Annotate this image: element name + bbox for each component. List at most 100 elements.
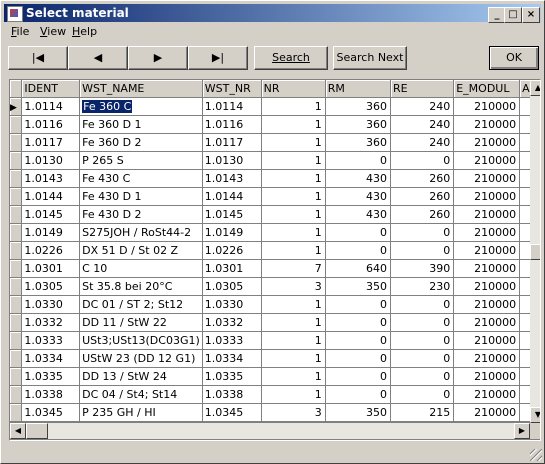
cell-wst-nr[interactable]: 1.0149	[202, 223, 262, 242]
cell-rm[interactable]: 0	[325, 367, 391, 386]
cell-rm[interactable]: 0	[325, 295, 391, 314]
cell-wst-nr[interactable]: 1.0333	[202, 331, 262, 350]
table-row[interactable]: 1.0338 DC 04 / St4; St14 1.0338 1 0 0 210000	[10, 385, 540, 404]
cell-ident[interactable]: 1.0335	[21, 367, 81, 386]
cell-ident[interactable]: 1.0144	[21, 187, 81, 206]
cell-nr[interactable]: 1	[261, 187, 326, 206]
cell-wst-name[interactable]: DD 13 / StW 24	[79, 367, 203, 386]
cell-wst-nr[interactable]: 1.0117	[202, 133, 262, 152]
cell-nr[interactable]: 1	[261, 169, 326, 188]
cell-rm[interactable]: 430	[325, 187, 391, 206]
cell-re[interactable]: 260	[390, 187, 455, 206]
cell-ident[interactable]: 1.0143	[21, 169, 81, 188]
cell-wst-nr[interactable]: 1.0301	[202, 259, 262, 278]
cell-nr[interactable]: 1	[261, 313, 326, 332]
cell-e-modul[interactable]: 210000	[453, 187, 521, 206]
cell-ident[interactable]: 1.0130	[21, 151, 81, 170]
horizontal-scroll-thumb[interactable]	[26, 423, 48, 439]
row-indicator[interactable]	[10, 385, 23, 404]
cell-nr[interactable]: 3	[261, 403, 326, 422]
cell-wst-name[interactable]: DD 11 / StW 22	[79, 313, 203, 332]
cell-ident[interactable]: 1.0330	[21, 295, 81, 314]
cell-re[interactable]: 0	[390, 331, 455, 350]
cell-nr[interactable]: 1	[261, 349, 326, 368]
cell-rm[interactable]: 0	[325, 349, 391, 368]
cell-re[interactable]: 240	[390, 97, 455, 116]
cell-rm[interactable]: 0	[325, 151, 391, 170]
scroll-up-icon[interactable]: ▲	[530, 80, 540, 96]
row-indicator[interactable]	[10, 187, 23, 206]
cell-nr[interactable]: 1	[261, 115, 326, 134]
row-indicator[interactable]	[10, 403, 23, 422]
cell-wst-name[interactable]: Fe 430 D 2	[79, 205, 203, 224]
cell-re[interactable]: 230	[390, 277, 455, 296]
cell-nr[interactable]: 7	[261, 259, 326, 278]
cell-wst-name[interactable]: P 235 GH / HI	[79, 403, 203, 422]
cell-re[interactable]: 0	[390, 385, 455, 404]
row-indicator[interactable]	[10, 241, 23, 260]
ok-button[interactable]: OK	[489, 46, 539, 70]
cell-wst-name[interactable]: DC 01 / ST 2; St12	[79, 295, 203, 314]
cell-e-modul[interactable]: 210000	[453, 295, 521, 314]
cell-wst-name[interactable]: C 10	[79, 259, 203, 278]
cell-nr[interactable]: 1	[261, 223, 326, 242]
row-indicator[interactable]: ▶	[10, 97, 23, 116]
row-indicator[interactable]	[10, 313, 23, 332]
cell-e-modul[interactable]: 210000	[453, 205, 521, 224]
table-row[interactable]: 1.0332 DD 11 / StW 22 1.0332 1 0 0 210000	[10, 313, 540, 332]
table-row[interactable]: 1.0330 DC 01 / ST 2; St12 1.0330 1 0 0 210000	[10, 295, 540, 314]
cell-rm[interactable]: 350	[325, 403, 391, 422]
last-record-button[interactable]: ▶|	[188, 46, 248, 70]
menu-help[interactable]: Help	[72, 25, 97, 38]
cell-ident[interactable]: 1.0305	[21, 277, 81, 296]
col-e-modul-header[interactable]: E_MODUL	[453, 80, 521, 98]
cell-wst-nr[interactable]: 1.0334	[202, 349, 262, 368]
col-nr-header[interactable]: NR	[261, 80, 326, 98]
table-row[interactable]: ▶ 1.0114 Fe 360 C 1.0114 1 360 240 210000	[10, 97, 540, 116]
vertical-scroll-thumb[interactable]	[530, 244, 540, 260]
row-indicator[interactable]	[10, 277, 23, 296]
cell-wst-name[interactable]: DX 51 D / St 02 Z	[79, 241, 203, 260]
cell-e-modul[interactable]: 210000	[453, 385, 521, 404]
col-wst-name-header[interactable]: WST_NAME	[79, 80, 203, 98]
cell-wst-nr[interactable]: 1.0143	[202, 169, 262, 188]
cell-rm[interactable]: 640	[325, 259, 391, 278]
cell-ident[interactable]: 1.0301	[21, 259, 81, 278]
cell-nr[interactable]: 3	[261, 277, 326, 296]
cell-e-modul[interactable]: 210000	[453, 277, 521, 296]
cell-wst-nr[interactable]: 1.0114	[202, 97, 262, 116]
cell-wst-name[interactable]: S275JOH / RoSt44-2	[79, 223, 203, 242]
cell-re[interactable]: 0	[390, 241, 455, 260]
cell-e-modul[interactable]: 210000	[453, 241, 521, 260]
search-button[interactable]: Search	[254, 46, 328, 70]
cell-ident[interactable]: 1.0333	[21, 331, 81, 350]
cell-nr[interactable]: 1	[261, 295, 326, 314]
cell-ident[interactable]: 1.0117	[21, 133, 81, 152]
col-wst-nr-header[interactable]: WST_NR	[202, 80, 262, 98]
table-row[interactable]: 1.0335 DD 13 / StW 24 1.0335 1 0 0 210000	[10, 367, 540, 386]
cell-rm[interactable]: 0	[325, 241, 391, 260]
horizontal-scrollbar[interactable]: ◀ ▶	[10, 423, 530, 439]
cell-ident[interactable]: 1.0114	[21, 97, 81, 116]
row-indicator[interactable]	[10, 331, 23, 350]
cell-wst-nr[interactable]: 1.0144	[202, 187, 262, 206]
cell-e-modul[interactable]: 210000	[453, 313, 521, 332]
cell-nr[interactable]: 1	[261, 367, 326, 386]
maximize-button[interactable]: □	[504, 7, 522, 23]
cell-ident[interactable]: 1.0149	[21, 223, 81, 242]
row-indicator[interactable]	[10, 169, 23, 188]
cell-ident[interactable]: 1.0226	[21, 241, 81, 260]
row-indicator[interactable]	[10, 223, 23, 242]
cell-re[interactable]: 240	[390, 115, 455, 134]
table-row[interactable]: 1.0145 Fe 430 D 2 1.0145 1 430 260 210000	[10, 205, 540, 224]
prev-record-button[interactable]: ◀	[68, 46, 128, 70]
cell-re[interactable]: 215	[390, 403, 455, 422]
cell-e-modul[interactable]: 210000	[453, 331, 521, 350]
menu-file[interactable]: File	[11, 25, 29, 38]
row-indicator[interactable]	[10, 115, 23, 134]
cell-rm[interactable]: 350	[325, 277, 391, 296]
scroll-down-icon[interactable]: ▼	[530, 407, 540, 423]
cell-re[interactable]: 0	[390, 295, 455, 314]
table-row[interactable]: 1.0226 DX 51 D / St 02 Z 1.0226 1 0 0 210000	[10, 241, 540, 260]
cell-wst-nr[interactable]: 1.0226	[202, 241, 262, 260]
